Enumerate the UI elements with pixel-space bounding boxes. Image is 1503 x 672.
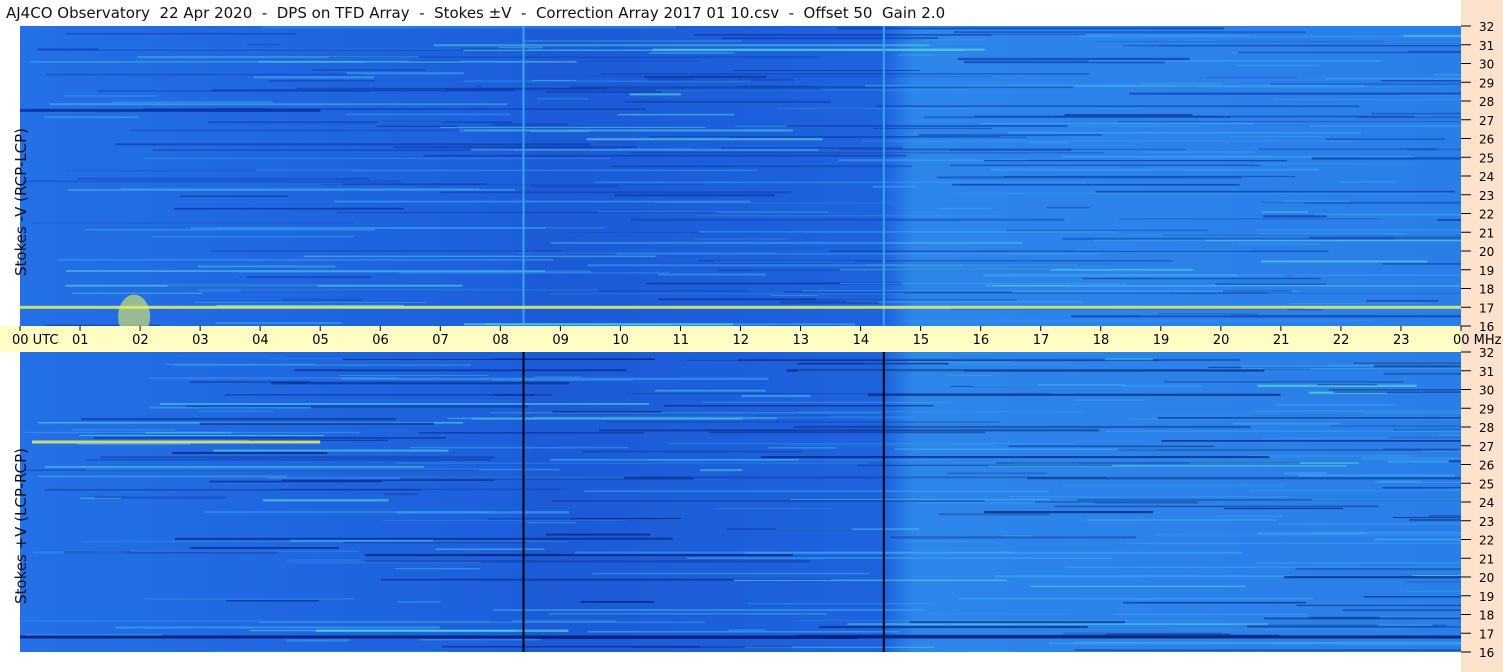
x-tick-label: 05 bbox=[312, 333, 329, 348]
y-tick-label: 26 bbox=[1479, 459, 1494, 473]
y-tick-label: 22 bbox=[1479, 534, 1494, 548]
y-tick-label: 28 bbox=[1479, 95, 1494, 109]
x-tick-label: 06 bbox=[372, 333, 389, 348]
x-tick-label: 19 bbox=[1153, 333, 1170, 348]
y-tick-label: 23 bbox=[1479, 515, 1494, 529]
x-tick-label: 21 bbox=[1273, 333, 1290, 348]
x-tick-label: 17 bbox=[1033, 333, 1050, 348]
y-tick-label: 30 bbox=[1479, 384, 1494, 398]
y-tick-label: 27 bbox=[1479, 440, 1494, 454]
y-tick-label: 24 bbox=[1479, 170, 1494, 184]
y-tick-label: 19 bbox=[1479, 264, 1494, 278]
y-tick-label: 32 bbox=[1479, 346, 1494, 360]
y-tick-label: 18 bbox=[1479, 609, 1494, 623]
x-tick-label: 22 bbox=[1333, 333, 1350, 348]
y-tick-label: 21 bbox=[1479, 552, 1494, 566]
x-tick-label: 04 bbox=[252, 333, 269, 348]
y-tick-label: 29 bbox=[1479, 402, 1494, 416]
y-tick-label: 16 bbox=[1479, 320, 1494, 334]
y-tick-label: 21 bbox=[1479, 226, 1494, 240]
x-tick-label: 09 bbox=[552, 333, 569, 348]
x-tick-label: 00 MHz bbox=[1453, 333, 1502, 348]
axes-overlay: 00 UTC 01 02 03 04 05 06 07 08 09 10 11 12 13 14 15 16 17… bbox=[12, 20, 1502, 660]
y-tick-label: 24 bbox=[1479, 496, 1494, 510]
x-tick-label: 20 bbox=[1213, 333, 1230, 348]
x-tick-label: 15 bbox=[913, 333, 930, 348]
y-tick-label: 28 bbox=[1479, 421, 1494, 435]
x-tick-label: 14 bbox=[853, 333, 870, 348]
y-tick-label: 23 bbox=[1479, 189, 1494, 203]
y-tick-label: 20 bbox=[1479, 245, 1494, 259]
y-tick-label: 27 bbox=[1479, 114, 1494, 128]
x-tick-label: 12 bbox=[733, 333, 750, 348]
x-tick-label: 16 bbox=[973, 333, 990, 348]
y-tick-label: 26 bbox=[1479, 133, 1494, 147]
y-tick-label: 25 bbox=[1479, 151, 1494, 165]
x-tick-label: 07 bbox=[432, 333, 449, 348]
y-tick-label: 22 bbox=[1479, 208, 1494, 222]
y-tick-label: 17 bbox=[1479, 627, 1494, 641]
x-tick-label: 00 UTC bbox=[12, 333, 58, 348]
x-tick-label: 18 bbox=[1093, 333, 1110, 348]
x-tick-label: 02 bbox=[132, 333, 149, 348]
y-tick-label: 19 bbox=[1479, 590, 1494, 604]
x-tick-label: 13 bbox=[793, 333, 810, 348]
y-tick-label: 18 bbox=[1479, 283, 1494, 297]
y-tick-label: 17 bbox=[1479, 301, 1494, 315]
y-tick-label: 16 bbox=[1479, 646, 1494, 660]
x-tick-label: 11 bbox=[672, 333, 689, 348]
y-tick-label: 25 bbox=[1479, 477, 1494, 491]
x-tick-label: 08 bbox=[492, 333, 509, 348]
x-tick-label: 03 bbox=[192, 333, 209, 348]
y-tick-label: 30 bbox=[1479, 58, 1494, 72]
y-tick-label: 20 bbox=[1479, 571, 1494, 585]
y-tick-label: 31 bbox=[1479, 365, 1494, 379]
x-tick-label: 10 bbox=[612, 333, 629, 348]
y-tick-label: 31 bbox=[1479, 39, 1494, 53]
x-tick-label: 01 bbox=[72, 333, 89, 348]
x-tick-label: 23 bbox=[1393, 333, 1410, 348]
y-tick-label: 32 bbox=[1479, 20, 1494, 34]
y-tick-label: 29 bbox=[1479, 76, 1494, 90]
